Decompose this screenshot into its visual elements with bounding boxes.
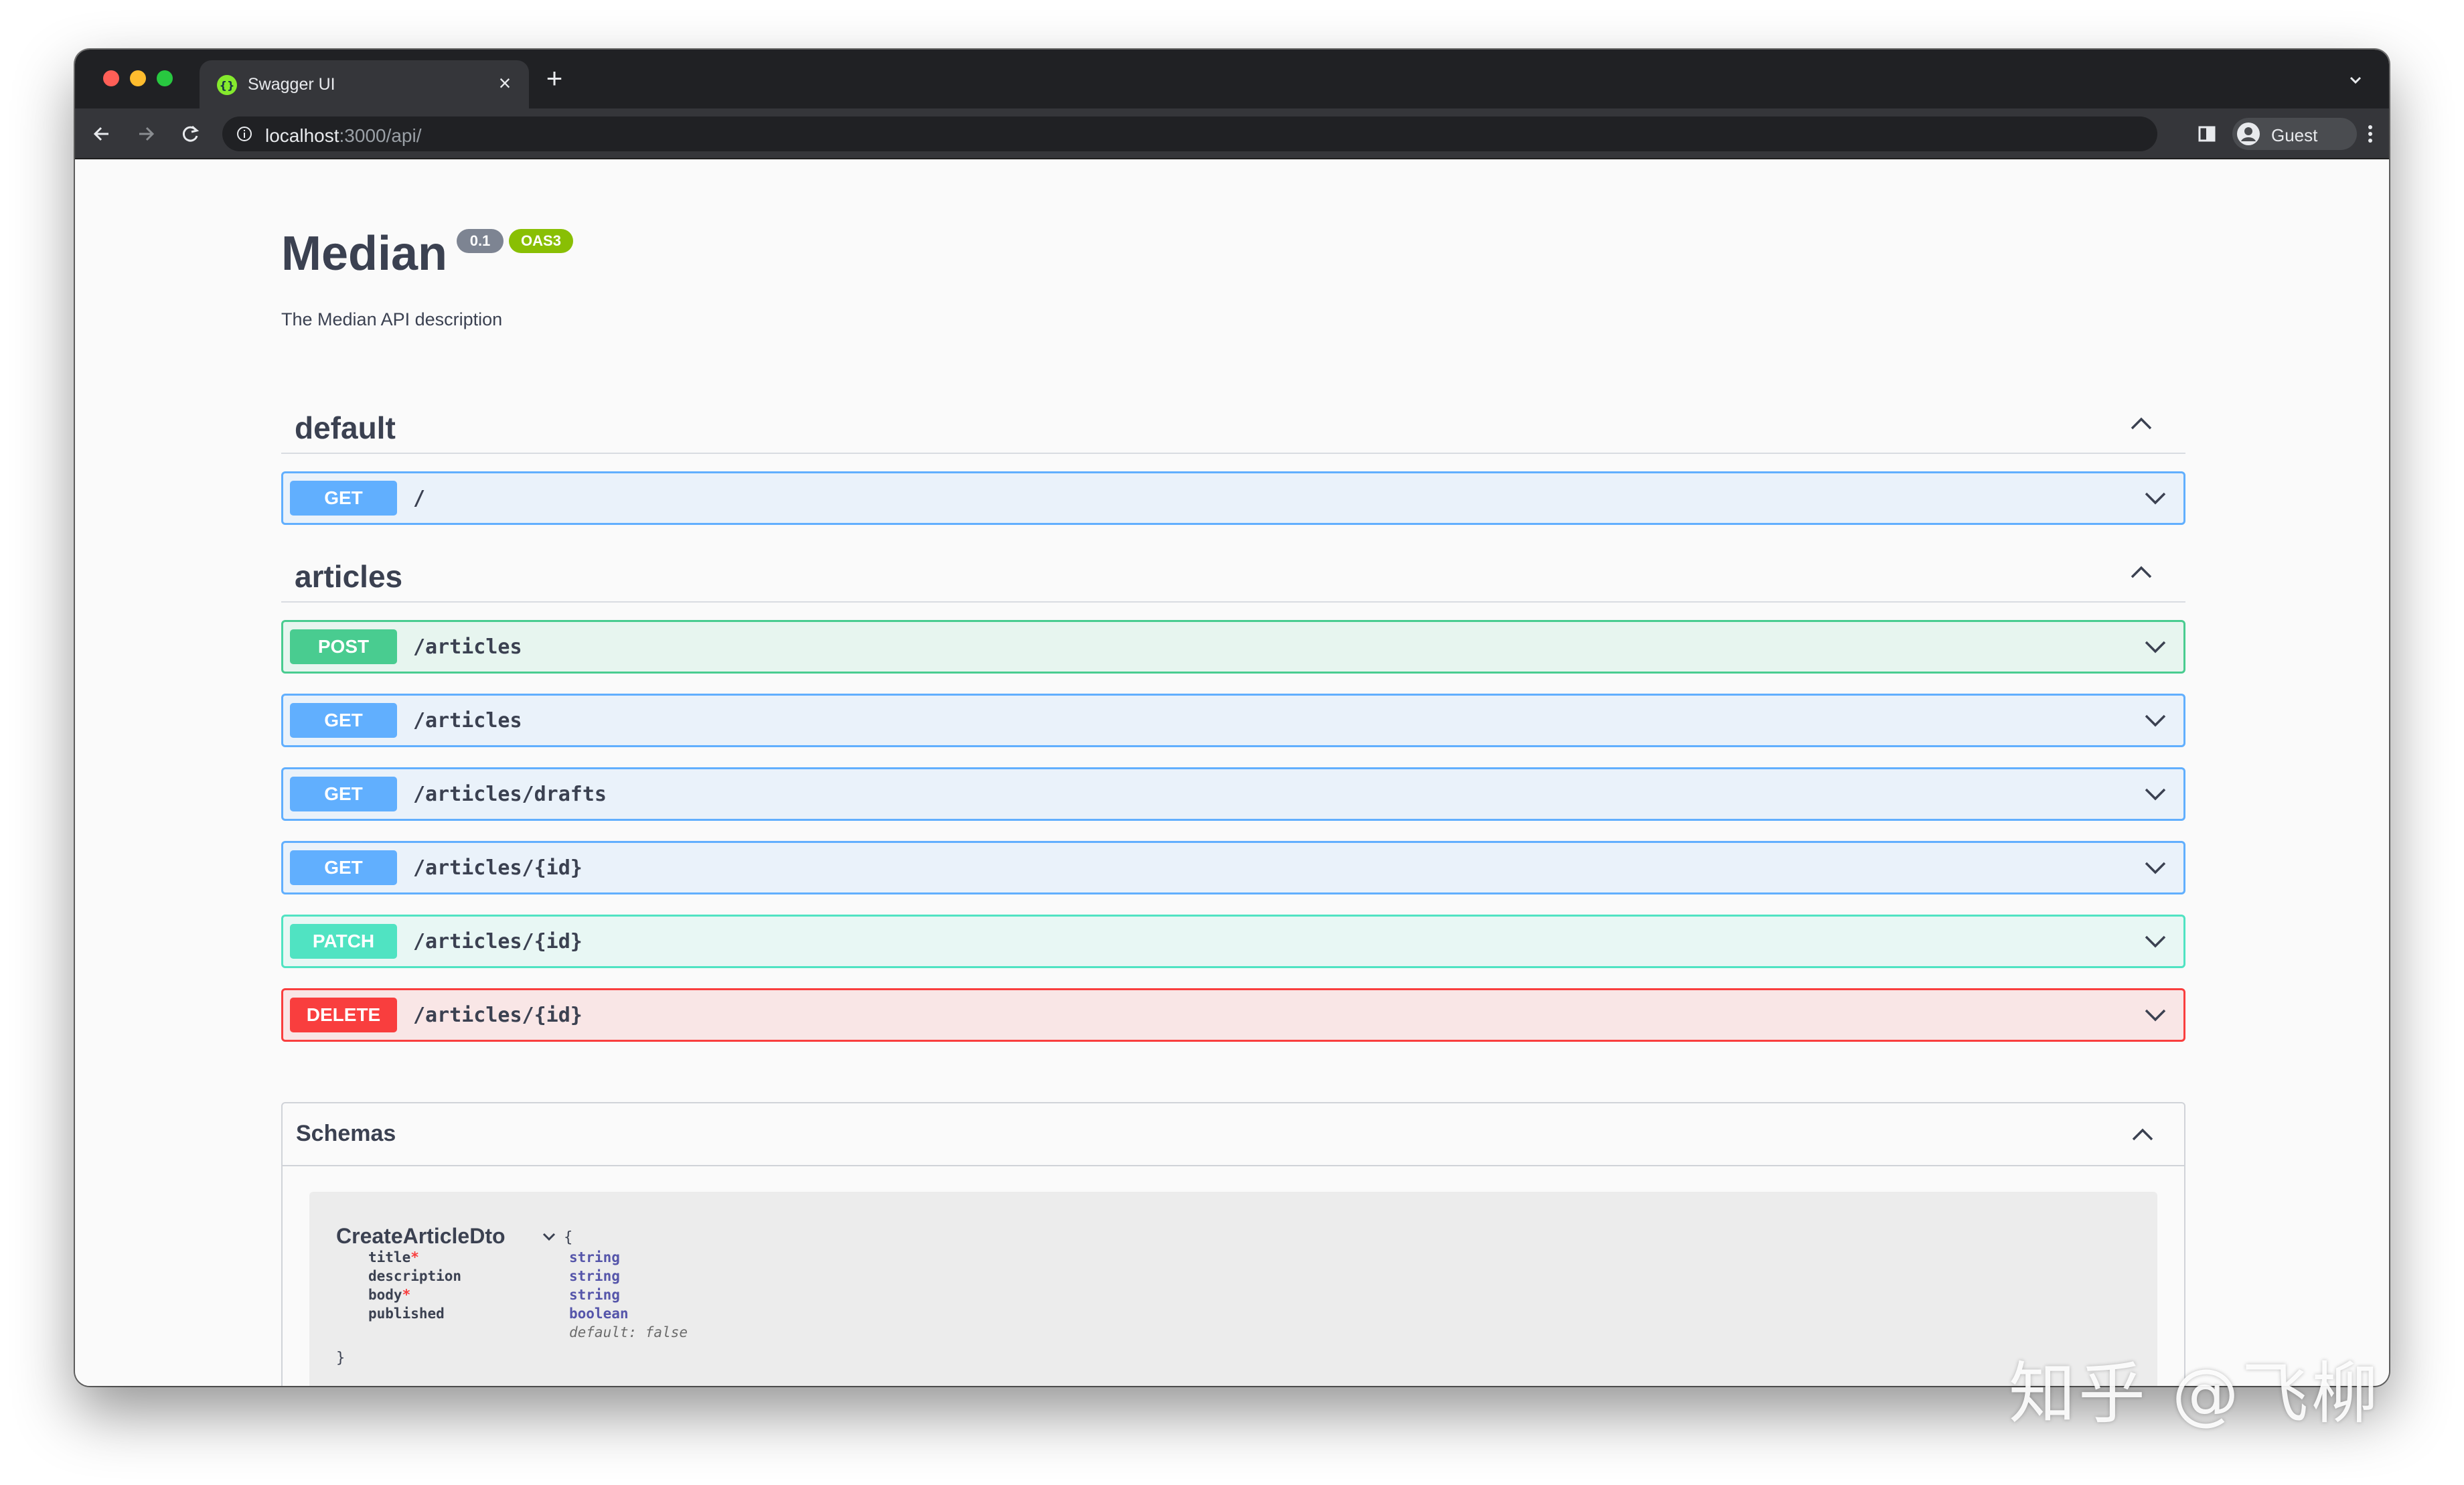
operation-path: /articles [413,709,522,732]
required-marker: * [402,1287,411,1303]
back-icon[interactable] [87,119,117,149]
api-title: Median [281,227,448,281]
property-name: description [368,1268,462,1284]
property-name: title* [368,1249,419,1265]
info-icon[interactable] [236,125,253,143]
method-badge: POST [290,629,397,664]
url-host: localhost [265,125,339,146]
svg-text:{}: {} [220,79,235,92]
chevron-down-icon[interactable] [2142,858,2169,878]
method-badge: PATCH [290,924,397,959]
chevron-down-icon[interactable] [2142,710,2169,730]
operation-path: / [413,487,426,510]
property-name: body* [368,1287,411,1303]
operation-path: /articles/{id} [413,856,583,880]
property-type: string [569,1249,620,1265]
close-window-button[interactable] [103,70,119,86]
chevron-down-icon[interactable] [2142,637,2169,657]
operation-path: /articles/{id} [413,1004,583,1027]
swagger-page: Median 0.1 OAS3 The Median API descripti… [75,159,2389,1386]
forward-icon[interactable] [131,119,161,149]
swagger-icon: {} [217,75,237,95]
address-bar[interactable]: localhost:3000/api/ [222,116,2157,151]
chevron-down-icon[interactable] [2142,1005,2169,1025]
operation-delete-article[interactable]: DELETE /articles/{id} [281,988,2185,1042]
profile-name: Guest [2271,125,2318,145]
required-marker: * [410,1249,419,1265]
section-articles-header[interactable]: articles [281,545,2185,603]
chevron-down-icon[interactable] [2142,931,2169,951]
section-default-header[interactable]: default [281,396,2185,454]
operation-path: /articles [413,635,522,659]
chevron-down-icon[interactable] [541,1231,557,1243]
method-badge: GET [290,481,397,516]
schema-model: CreateArticleDto { title* string descrip… [309,1192,2157,1386]
schemas-header[interactable]: Schemas [283,1103,2184,1166]
property-name: published [368,1306,445,1322]
chevron-up-icon[interactable] [2128,414,2155,434]
operation-get-articles-drafts[interactable]: GET /articles/drafts [281,767,2185,821]
property-default: default: false [569,1324,688,1340]
operation-post-articles[interactable]: POST /articles [281,620,2185,674]
browser-toolbar: localhost:3000/api/ Guest [75,108,2389,159]
property-type: string [569,1268,620,1284]
schemas-title: Schemas [296,1121,396,1146]
brace-close: } [336,1350,345,1366]
avatar-icon [2236,122,2260,146]
property-type: string [569,1287,620,1303]
chevron-up-icon[interactable] [2128,562,2155,582]
api-description: The Median API description [281,309,503,329]
browser-tab[interactable]: {} Swagger UI × [200,60,529,108]
chevron-up-icon[interactable] [2129,1125,2156,1145]
method-badge: DELETE [290,998,397,1032]
chevron-down-icon[interactable] [2142,784,2169,804]
method-badge: GET [290,703,397,738]
browser-window: {} Swagger UI × + localhost:3000/api/ Gu… [75,50,2389,1386]
tab-title: Swagger UI [248,75,335,94]
operation-path: /articles/drafts [413,783,607,806]
chevron-down-icon[interactable] [2142,488,2169,508]
new-tab-button[interactable]: + [540,64,569,94]
operation-get-article-by-id[interactable]: GET /articles/{id} [281,841,2185,894]
operation-path: /articles/{id} [413,930,583,953]
schemas-panel: Schemas CreateArticleDto { title* string… [281,1102,2185,1386]
version-badge: 0.1 [457,229,504,253]
brace-open: { [564,1229,573,1246]
operation-get-root[interactable]: GET / [281,471,2185,525]
zoom-window-button[interactable] [157,70,173,86]
property-type: boolean [569,1306,629,1322]
url-path: :3000/api/ [339,125,422,146]
more-menu-icon[interactable] [2362,121,2378,147]
model-name[interactable]: CreateArticleDto [336,1224,506,1249]
side-panel-icon[interactable] [2195,122,2219,146]
reload-icon[interactable] [175,119,205,149]
method-badge: GET [290,850,397,885]
operation-get-articles[interactable]: GET /articles [281,694,2185,747]
section-title: default [295,410,396,445]
watermark: 知乎 @飞柳 [2009,1354,2381,1433]
minimize-window-button[interactable] [130,70,146,86]
operation-patch-article[interactable]: PATCH /articles/{id} [281,915,2185,968]
section-title: articles [295,559,403,594]
title-bar: {} Swagger UI × + [75,50,2389,108]
oas-badge: OAS3 [509,229,573,253]
profile-button[interactable]: Guest [2232,118,2357,150]
method-badge: GET [290,777,397,811]
tab-close-icon[interactable]: × [494,72,516,94]
chevron-down-icon[interactable] [2345,70,2366,91]
url-text: localhost:3000/api/ [265,125,422,147]
